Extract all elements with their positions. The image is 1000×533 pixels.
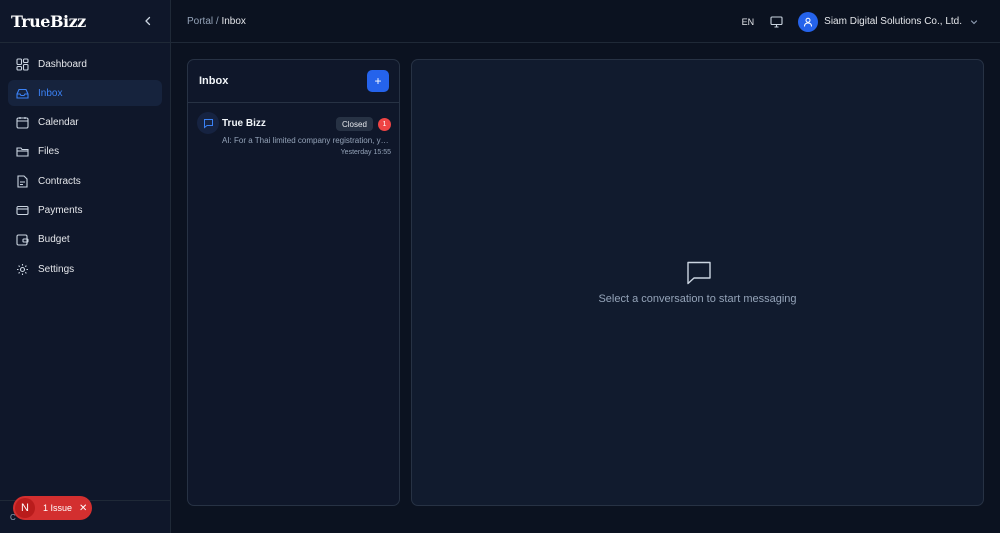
empty-state-message: Select a conversation to start messaging — [598, 293, 797, 305]
inbox-header: Inbox + — [188, 60, 399, 103]
breadcrumb-root[interactable]: Portal — [187, 16, 213, 27]
folder-icon — [16, 145, 29, 158]
conversation-detail-panel: Select a conversation to start messaging — [411, 59, 984, 506]
sidebar-item-inbox[interactable]: Inbox — [8, 80, 162, 107]
sidebar-item-label: Files — [38, 146, 60, 158]
sidebar-item-label: Inbox — [38, 87, 63, 99]
sidebar-header: TrueBizz — [0, 0, 170, 43]
message-square-icon — [685, 260, 713, 286]
language-switch[interactable]: EN — [742, 17, 755, 27]
chevron-left-icon[interactable] — [140, 13, 156, 29]
breadcrumb-current: Inbox — [221, 15, 246, 27]
sidebar-item-files[interactable]: Files — [8, 139, 162, 165]
header-actions: EN Siam Digital Solutions Co., Ltd. — [742, 0, 978, 43]
sidebar-item-label: Settings — [38, 263, 75, 275]
avatar[interactable] — [798, 11, 819, 32]
sidebar-item-settings[interactable]: Settings — [8, 256, 162, 282]
new-conversation-button[interactable]: + — [367, 70, 389, 92]
unread-count-badge: 1 — [378, 118, 391, 131]
card-icon — [16, 204, 29, 217]
sidebar-item-label: Budget — [38, 234, 70, 246]
close-icon[interactable]: ✕ — [79, 503, 87, 514]
sidebar-item-contracts[interactable]: Contracts — [8, 168, 162, 194]
sidebar-item-label: Dashboard — [38, 58, 87, 70]
breadcrumb: Portal / Inbox — [187, 16, 246, 27]
contract-icon — [16, 175, 29, 188]
grid-icon — [16, 57, 29, 71]
status-badge: Closed — [336, 117, 373, 131]
inbox-panel: Inbox + True Bizz Closed 1 AI: For a Tha… — [187, 59, 400, 506]
issues-badge[interactable]: N 1 Issue ✕ — [13, 496, 92, 520]
company-name[interactable]: Siam Digital Solutions Co., Ltd. — [824, 16, 962, 27]
sidebar: TrueBizz Dashboard Inbox Calendar Files … — [0, 0, 171, 533]
conversation-preview: AI: For a Thai limited company registrat… — [222, 136, 392, 145]
sidebar-item-dashboard[interactable]: Dashboard — [8, 51, 162, 77]
sidebar-item-label: Contracts — [38, 175, 81, 187]
n-logo-icon: N — [15, 498, 35, 518]
chat-icon — [197, 112, 219, 134]
monitor-icon[interactable] — [769, 15, 783, 29]
conversation-time: Yesterday 15:55 — [340, 149, 391, 156]
inbox-title: Inbox — [199, 75, 229, 87]
top-header: Portal / Inbox EN Siam Digital Solutions… — [171, 0, 1000, 43]
chevron-down-icon[interactable] — [970, 18, 978, 26]
brand-logo: TrueBizz — [11, 11, 86, 31]
inbox-icon — [16, 87, 29, 100]
sidebar-item-label: Calendar — [38, 117, 79, 129]
gear-icon — [16, 263, 29, 276]
issue-count-label: 1 Issue — [43, 503, 73, 513]
sidebar-item-payments[interactable]: Payments — [8, 197, 162, 223]
conversation-name: True Bizz — [222, 118, 266, 129]
sidebar-item-budget[interactable]: Budget — [8, 227, 162, 253]
sidebar-nav: Dashboard Inbox Calendar Files Contracts — [0, 43, 170, 282]
sidebar-item-calendar[interactable]: Calendar — [8, 110, 162, 136]
wallet-icon — [16, 233, 29, 246]
plus-icon: + — [374, 74, 382, 88]
sidebar-item-label: Payments — [38, 204, 83, 216]
calendar-icon — [16, 116, 29, 129]
